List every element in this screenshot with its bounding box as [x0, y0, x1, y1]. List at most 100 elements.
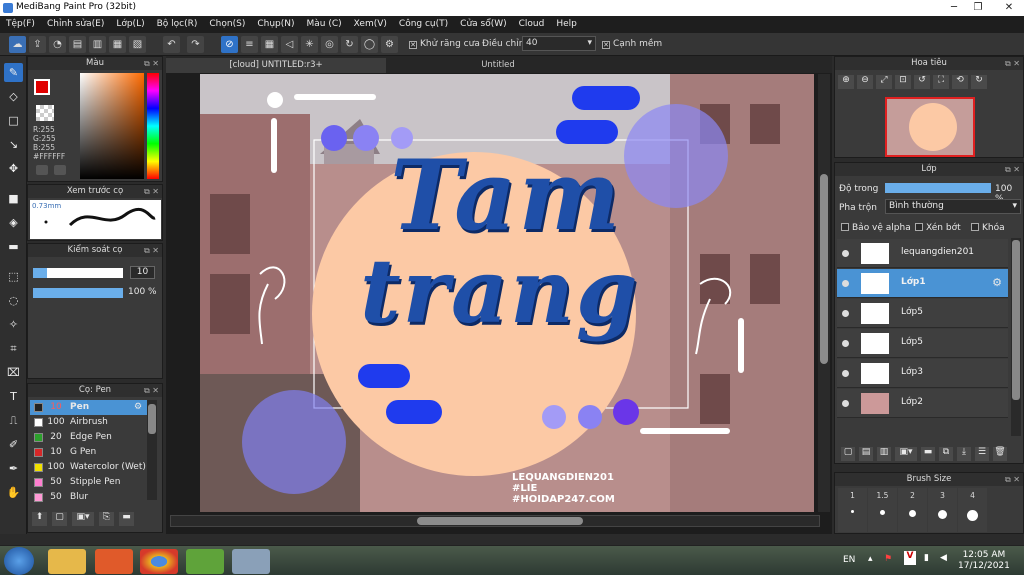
text-tool-icon[interactable]: T: [4, 387, 23, 406]
adjust-select[interactable]: 40 ▾: [522, 36, 596, 51]
rect-tool-icon[interactable]: □: [4, 111, 23, 130]
rotate-left-icon[interactable]: ↺: [914, 75, 930, 89]
undock-icon[interactable]: ⧉ ✕: [144, 384, 159, 397]
menu-filter[interactable]: Bộ lọc(R): [151, 16, 204, 33]
protect-alpha-option[interactable]: Bảo vệ alpha: [841, 223, 911, 233]
lock-option[interactable]: Khóa: [971, 223, 1005, 233]
new-1bit-layer-icon[interactable]: ▥: [877, 447, 891, 461]
close-button[interactable]: ✕: [994, 0, 1024, 16]
eyedropper-icon[interactable]: ✐: [4, 435, 23, 454]
undo-icon[interactable]: ↶: [163, 36, 180, 53]
menu-tools[interactable]: Công cụ(T): [393, 16, 454, 33]
antialias-checkbox[interactable]: ✕: [409, 41, 417, 49]
fullscreen-icon[interactable]: ⛶: [933, 75, 949, 89]
page-icon[interactable]: ▥: [89, 36, 106, 53]
select-eraser-icon[interactable]: ⌧: [4, 363, 23, 382]
menu-edit[interactable]: Chỉnh sửa(E): [41, 16, 110, 33]
duplicate-layer-icon[interactable]: ⧉: [939, 447, 953, 461]
add-layer-menu-icon[interactable]: ▣▾: [895, 447, 917, 461]
pen-tool-icon[interactable]: ✒: [4, 459, 23, 478]
zoom-out-icon[interactable]: ⊖: [857, 75, 873, 89]
folder-icon[interactable]: ▬: [921, 447, 935, 461]
select-tool-icon[interactable]: ⬚: [4, 267, 23, 286]
ellipse-snap-icon[interactable]: ◯: [361, 36, 378, 53]
merge-layer-icon[interactable]: ⤓: [957, 447, 971, 461]
layer-settings-icon[interactable]: ⚙: [992, 276, 1002, 289]
protect-alpha-checkbox[interactable]: [841, 223, 849, 231]
clip-checkbox[interactable]: [915, 223, 923, 231]
app-icon-green[interactable]: [186, 549, 224, 574]
cloud-download-icon[interactable]: ⬆: [32, 512, 47, 526]
brush-size-cell[interactable]: 1: [838, 488, 867, 532]
hue-slider[interactable]: [147, 73, 159, 179]
actual-size-icon[interactable]: ⊡: [895, 75, 911, 89]
menu-color[interactable]: Màu (C): [301, 16, 348, 33]
undock-icon[interactable]: ⧉ ✕: [1005, 163, 1020, 176]
volume-icon[interactable]: ◀: [940, 553, 947, 563]
speech-icon[interactable]: ◔: [49, 36, 66, 53]
color-option2-icon[interactable]: [54, 165, 66, 175]
radial-snap-icon[interactable]: ✳: [301, 36, 318, 53]
menu-window[interactable]: Cửa sổ(W): [454, 16, 512, 33]
layers-scrollbar[interactable]: [1011, 238, 1021, 436]
canvas-horizontal-scrollbar[interactable]: [170, 515, 820, 527]
size-slider[interactable]: [33, 268, 123, 278]
menu-layer[interactable]: Lớp(L): [110, 16, 150, 33]
layer-visibility-icon[interactable]: [842, 340, 849, 347]
layer-visibility-icon[interactable]: [842, 250, 849, 257]
media-player-icon[interactable]: [95, 549, 133, 574]
new-layer-icon[interactable]: ▢: [841, 447, 855, 461]
parallel-snap-icon[interactable]: ≡: [241, 36, 258, 53]
undock-icon[interactable]: ⧉ ✕: [1005, 473, 1020, 486]
snap-off-icon[interactable]: ⊘: [221, 36, 238, 53]
layer-visibility-icon[interactable]: [842, 280, 849, 287]
curve-snap-icon[interactable]: ↻: [341, 36, 358, 53]
flag-icon[interactable]: ⚑: [884, 554, 892, 564]
dot-tool-icon[interactable]: ↘: [4, 135, 23, 154]
clock[interactable]: 12:05 AM 17/12/2021: [958, 550, 1010, 572]
maximize-button[interactable]: ❐: [966, 0, 990, 16]
brush-size-cell[interactable]: 3: [928, 488, 957, 532]
artwork-canvas[interactable]: Tam trang LEQUANGDIEN201 #LIE #HOIDAP247…: [200, 74, 814, 512]
layer-settings-icon[interactable]: ☰: [975, 447, 989, 461]
layer-row[interactable]: Lớp5: [837, 329, 1008, 358]
brush-list-scroll-thumb[interactable]: [148, 404, 156, 434]
language-indicator[interactable]: EN: [843, 555, 855, 565]
zoom-in-icon[interactable]: ⊕: [838, 75, 854, 89]
rotate-right-icon[interactable]: ↻: [971, 75, 987, 89]
layer-row[interactable]: Lớp5: [837, 299, 1008, 328]
brush-list-scrollbar[interactable]: [147, 400, 157, 500]
undock-icon[interactable]: ⧉ ✕: [1005, 57, 1020, 70]
layer-row[interactable]: Lớp2: [837, 389, 1008, 418]
layer-row[interactable]: Lớp3: [837, 359, 1008, 388]
layer-visibility-icon[interactable]: [842, 310, 849, 317]
redo-icon[interactable]: ↷: [187, 36, 204, 53]
menu-view[interactable]: Xem(V): [348, 16, 393, 33]
navigator-thumbnail[interactable]: [885, 97, 975, 157]
transparent-swatch[interactable]: [36, 105, 54, 121]
menu-select[interactable]: Chọn(S): [203, 16, 251, 33]
folder-icon[interactable]: ▬: [119, 512, 134, 526]
undock-icon[interactable]: ⧉ ✕: [144, 185, 159, 198]
layers-scroll-thumb[interactable]: [1012, 240, 1020, 400]
brush-tool-icon[interactable]: ✎: [4, 63, 23, 82]
eraser-tool-icon[interactable]: ◇: [4, 87, 23, 106]
layer-row[interactable]: lequangdien201: [837, 239, 1008, 268]
magic-wand-icon[interactable]: ✧: [4, 315, 23, 334]
soft-edge-checkbox[interactable]: ✕: [602, 41, 610, 49]
brush-size-cell[interactable]: 1.5: [868, 488, 897, 532]
brush-list-item[interactable]: 10 Pen ⚙: [30, 400, 147, 415]
blend-mode-select[interactable]: Bình thường ▾: [885, 199, 1021, 214]
share-icon[interactable]: ⇪: [29, 36, 46, 53]
fill-rect-icon[interactable]: ■: [4, 189, 23, 208]
vertical-scroll-thumb[interactable]: [820, 174, 828, 364]
layer-row[interactable]: ⚙ Lớp1: [837, 269, 1008, 298]
clip-option[interactable]: Xén bớt: [915, 223, 961, 233]
select-pen-icon[interactable]: ⌗: [4, 339, 23, 358]
network-icon[interactable]: ▮: [924, 553, 929, 563]
hand-tool-icon[interactable]: ✋: [4, 483, 23, 502]
minimize-button[interactable]: ─: [942, 0, 966, 16]
grid-icon[interactable]: ▧: [129, 36, 146, 53]
lock-checkbox[interactable]: [971, 223, 979, 231]
horizontal-scroll-thumb[interactable]: [417, 517, 583, 525]
